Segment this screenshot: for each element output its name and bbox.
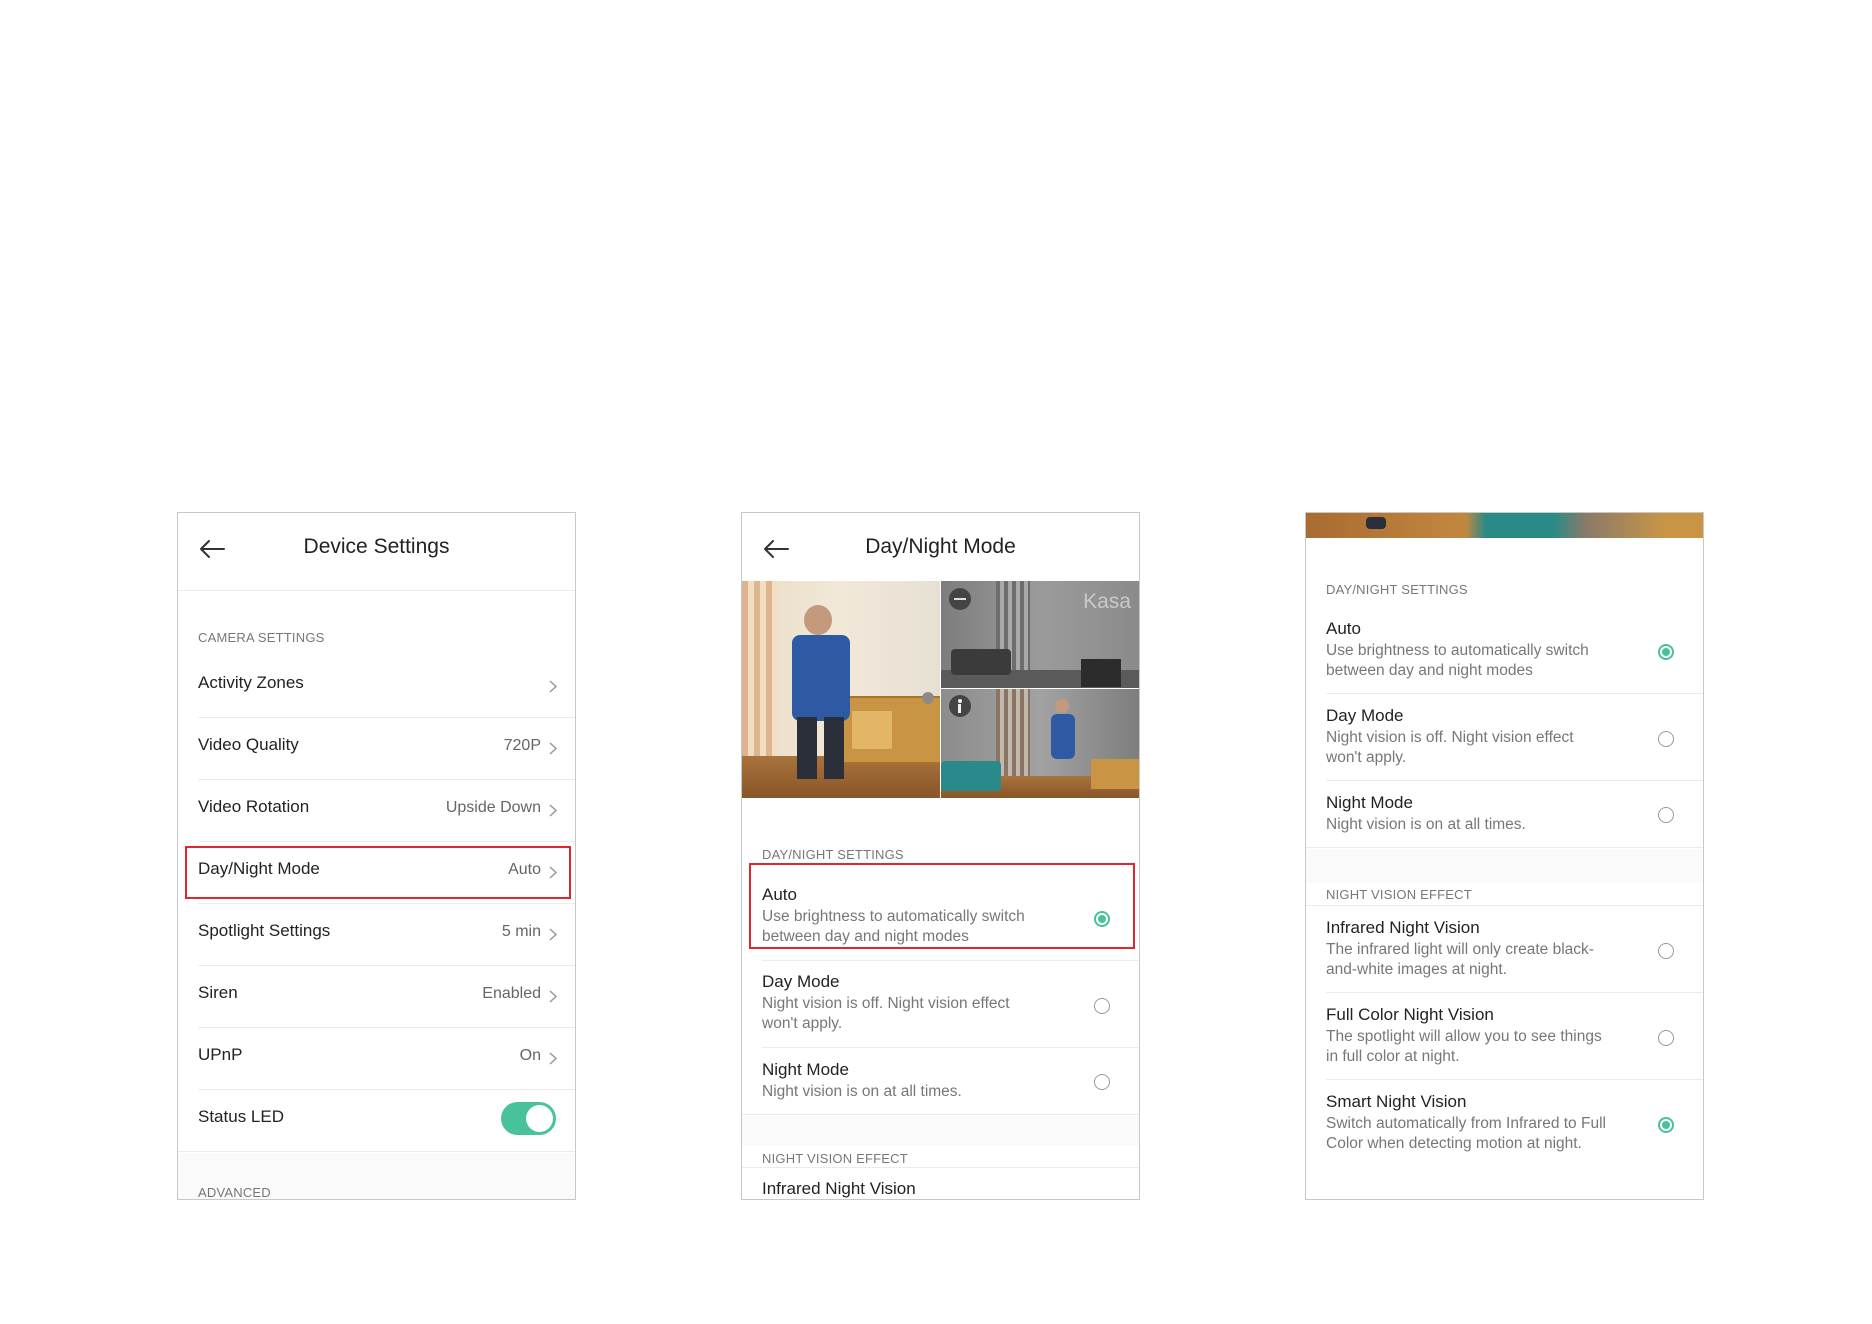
section-header-camera-settings: CAMERA SETTINGS xyxy=(198,630,325,645)
day-night-mode-screen: Day/Night Mode Kasa DAY/NIGHT SETTINGS A… xyxy=(741,512,1140,1200)
radio-unselected-icon[interactable] xyxy=(1658,807,1674,823)
option-title: Smart Night Vision xyxy=(1326,1092,1467,1111)
option-night-mode[interactable]: Night Mode Night vision is on at all tim… xyxy=(1306,781,1703,848)
radio-unselected-icon[interactable] xyxy=(1658,1030,1674,1046)
divider xyxy=(178,1151,575,1152)
camera-preview-image-edge xyxy=(1306,513,1703,538)
section-header-day-night-settings: DAY/NIGHT SETTINGS xyxy=(1326,582,1468,597)
radio-unselected-icon[interactable] xyxy=(1094,998,1110,1014)
settings-row-status-led: Status LED xyxy=(178,1090,575,1152)
row-label: UPnP xyxy=(198,1045,243,1064)
row-label: Spotlight Settings xyxy=(198,921,331,940)
section-gap xyxy=(1306,849,1703,883)
row-label: Status LED xyxy=(198,1107,284,1126)
settings-row-video-rotation[interactable]: Video Rotation Upside Down xyxy=(178,780,575,842)
row-label: Video Rotation xyxy=(198,797,310,816)
chevron-right-icon xyxy=(549,990,557,1003)
person-detection-icon xyxy=(949,695,971,717)
section-header-advanced: ADVANCED xyxy=(198,1185,271,1200)
row-label: Siren xyxy=(198,983,238,1002)
preview-left-scene xyxy=(742,581,940,798)
option-title: Infrared Night Vision xyxy=(762,1179,916,1198)
option-description: The spotlight will allow you to see thin… xyxy=(1326,1028,1602,1065)
option-day-mode[interactable]: Day Mode Night vision is off. Night visi… xyxy=(1306,694,1703,781)
option-title: Night Mode xyxy=(762,1060,849,1079)
option-description: Night vision is on at all times. xyxy=(762,1083,962,1100)
option-auto[interactable]: Auto Use brightness to automatically swi… xyxy=(1306,607,1703,694)
settings-row-video-quality[interactable]: Video Quality 720P xyxy=(178,718,575,780)
section-header-day-night-settings: DAY/NIGHT SETTINGS xyxy=(762,847,904,862)
chevron-right-icon xyxy=(549,742,557,755)
camera-preview-image: Kasa xyxy=(742,581,1139,798)
radio-selected-icon[interactable] xyxy=(1658,644,1674,660)
radio-unselected-icon[interactable] xyxy=(1658,943,1674,959)
option-description: Night vision is off. Night vision effect… xyxy=(1326,729,1574,766)
camera-badge-icon xyxy=(949,588,971,610)
option-title: Day Mode xyxy=(1326,706,1404,725)
option-description: Use brightness to automatically switch b… xyxy=(1326,642,1589,679)
header: Device Settings xyxy=(178,513,575,591)
section-gap xyxy=(742,1116,1139,1146)
option-title: Auto xyxy=(1326,619,1361,638)
option-day-mode[interactable]: Day Mode Night vision is off. Night visi… xyxy=(742,961,1139,1048)
radio-unselected-icon[interactable] xyxy=(1094,1074,1110,1090)
settings-row-siren[interactable]: Siren Enabled xyxy=(178,966,575,1028)
option-title: Day Mode xyxy=(762,972,840,991)
option-title: Night Mode xyxy=(1326,793,1413,812)
option-full-color-night-vision[interactable]: Full Color Night Vision The spotlight wi… xyxy=(1306,993,1703,1080)
divider xyxy=(1306,847,1703,848)
row-value: 720P xyxy=(503,737,541,754)
section-gap xyxy=(742,798,1139,830)
option-title: Full Color Night Vision xyxy=(1326,1005,1494,1024)
option-infrared-night-vision[interactable]: Infrared Night Vision xyxy=(742,1167,1139,1199)
row-value: Enabled xyxy=(482,985,541,1002)
divider xyxy=(742,1114,1139,1115)
option-description: Night vision is on at all times. xyxy=(1326,816,1526,833)
option-description: The infrared light will only create blac… xyxy=(1326,941,1594,978)
row-value: Upside Down xyxy=(445,799,541,816)
chevron-right-icon xyxy=(549,928,557,941)
row-label: Video Quality xyxy=(198,735,299,754)
page-title: Device Settings xyxy=(303,535,450,558)
preview-top-right-scene: Kasa xyxy=(941,581,1139,688)
status-led-toggle[interactable] xyxy=(501,1102,556,1135)
option-infrared-night-vision[interactable]: Infrared Night Vision The infrared light… xyxy=(1306,906,1703,993)
section-gap xyxy=(1306,538,1703,568)
option-title: Infrared Night Vision xyxy=(1326,918,1480,937)
section-header-night-vision-effect: NIGHT VISION EFFECT xyxy=(1326,887,1472,902)
row-value: 5 min xyxy=(501,923,541,940)
chevron-right-icon xyxy=(549,1052,557,1065)
option-description: Night vision is off. Night vision effect… xyxy=(762,995,1010,1032)
chevron-right-icon xyxy=(549,680,557,693)
preview-bottom-right-scene xyxy=(941,689,1139,798)
device-settings-screen: Device Settings CAMERA SETTINGS Activity… xyxy=(177,512,576,1200)
row-value: On xyxy=(519,1047,541,1064)
option-description: Switch automatically from Infrared to Fu… xyxy=(1326,1115,1606,1152)
option-night-mode[interactable]: Night Mode Night vision is on at all tim… xyxy=(742,1048,1139,1115)
chevron-right-icon xyxy=(549,804,557,817)
day-night-mode-screen-scrolled: DAY/NIGHT SETTINGS Auto Use brightness t… xyxy=(1305,512,1704,1200)
row-label: Activity Zones xyxy=(198,673,304,692)
settings-row-activity-zones[interactable]: Activity Zones xyxy=(178,656,575,718)
highlight-box xyxy=(185,846,571,899)
radio-selected-icon[interactable] xyxy=(1658,1117,1674,1133)
radio-unselected-icon[interactable] xyxy=(1658,731,1674,747)
settings-row-spotlight-settings[interactable]: Spotlight Settings 5 min xyxy=(178,904,575,966)
section-header-night-vision-effect: NIGHT VISION EFFECT xyxy=(762,1151,908,1166)
page-title: Day/Night Mode xyxy=(865,535,1016,558)
header: Day/Night Mode xyxy=(742,513,1139,591)
camera-watermark: Kasa xyxy=(1083,590,1131,613)
toggle-knob xyxy=(526,1105,553,1132)
option-smart-night-vision[interactable]: Smart Night Vision Switch automatically … xyxy=(1306,1080,1703,1167)
highlight-box xyxy=(749,863,1135,949)
settings-row-upnp[interactable]: UPnP On xyxy=(178,1028,575,1090)
